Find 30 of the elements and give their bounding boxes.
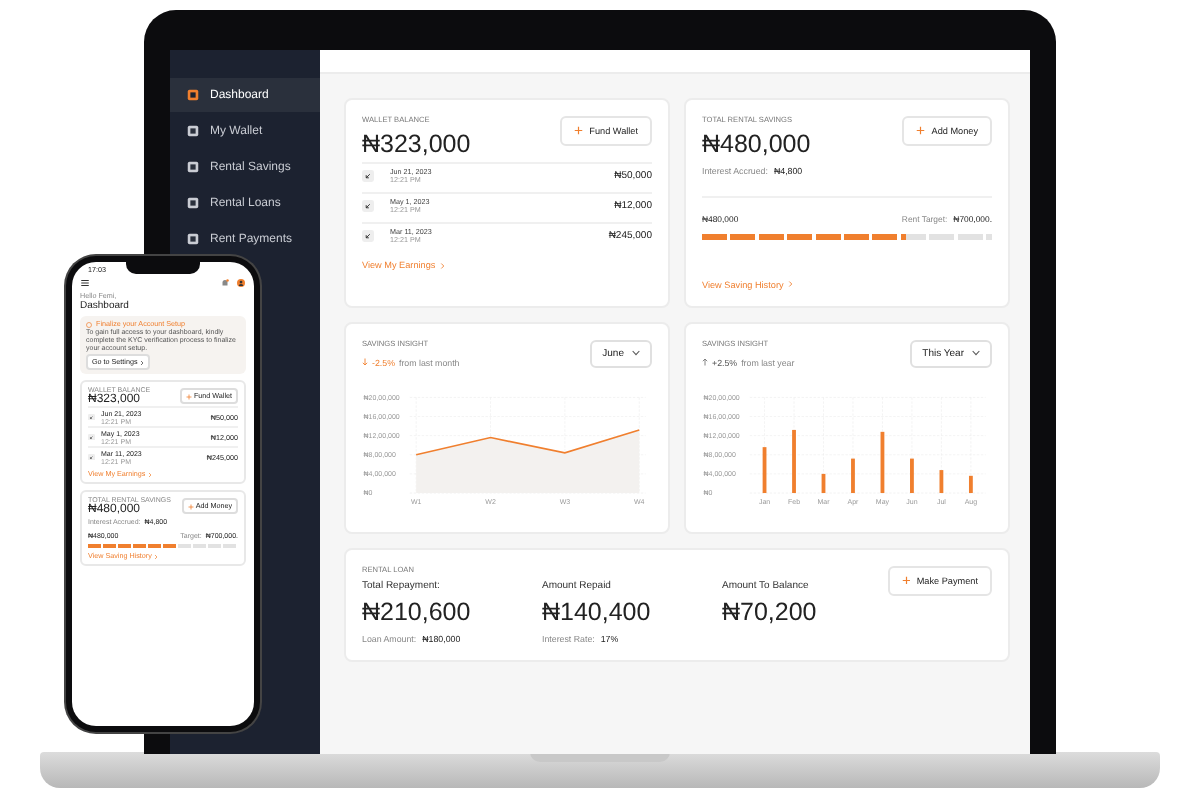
bar [821, 472, 826, 492]
stat-value: ₦70,200 [722, 597, 819, 625]
arrow-icon [362, 230, 374, 242]
menu-item-icon [186, 196, 200, 210]
menu-item-icon [186, 232, 200, 246]
plus-icon [185, 393, 192, 400]
wallet-balance: ₦323,000 [362, 130, 471, 158]
bar [880, 430, 885, 492]
savings-total: ₦480,000 [702, 130, 811, 158]
chevron-icon [439, 261, 445, 269]
plus-icon [901, 575, 911, 585]
chevron-icon [787, 280, 793, 288]
bar [939, 469, 944, 492]
arrow-icon [362, 200, 374, 212]
plus-icon [574, 126, 584, 136]
plus-icon [187, 503, 194, 510]
arrow-icon [362, 170, 374, 182]
stat-value: ₦210,600 [362, 597, 473, 625]
caret-icon [972, 350, 980, 356]
menu-item-icon [186, 160, 200, 174]
bar [762, 446, 767, 492]
menu-item-icon [186, 88, 200, 102]
bell-icon[interactable] [220, 278, 230, 288]
menu-item-icon [186, 124, 200, 138]
warning-icon [86, 321, 92, 327]
avatar-icon[interactable] [236, 278, 246, 288]
menu-icon[interactable] [80, 278, 90, 288]
caret-icon [632, 350, 640, 356]
stat-value: ₦140,400 [542, 597, 653, 625]
plus-icon [916, 126, 926, 136]
